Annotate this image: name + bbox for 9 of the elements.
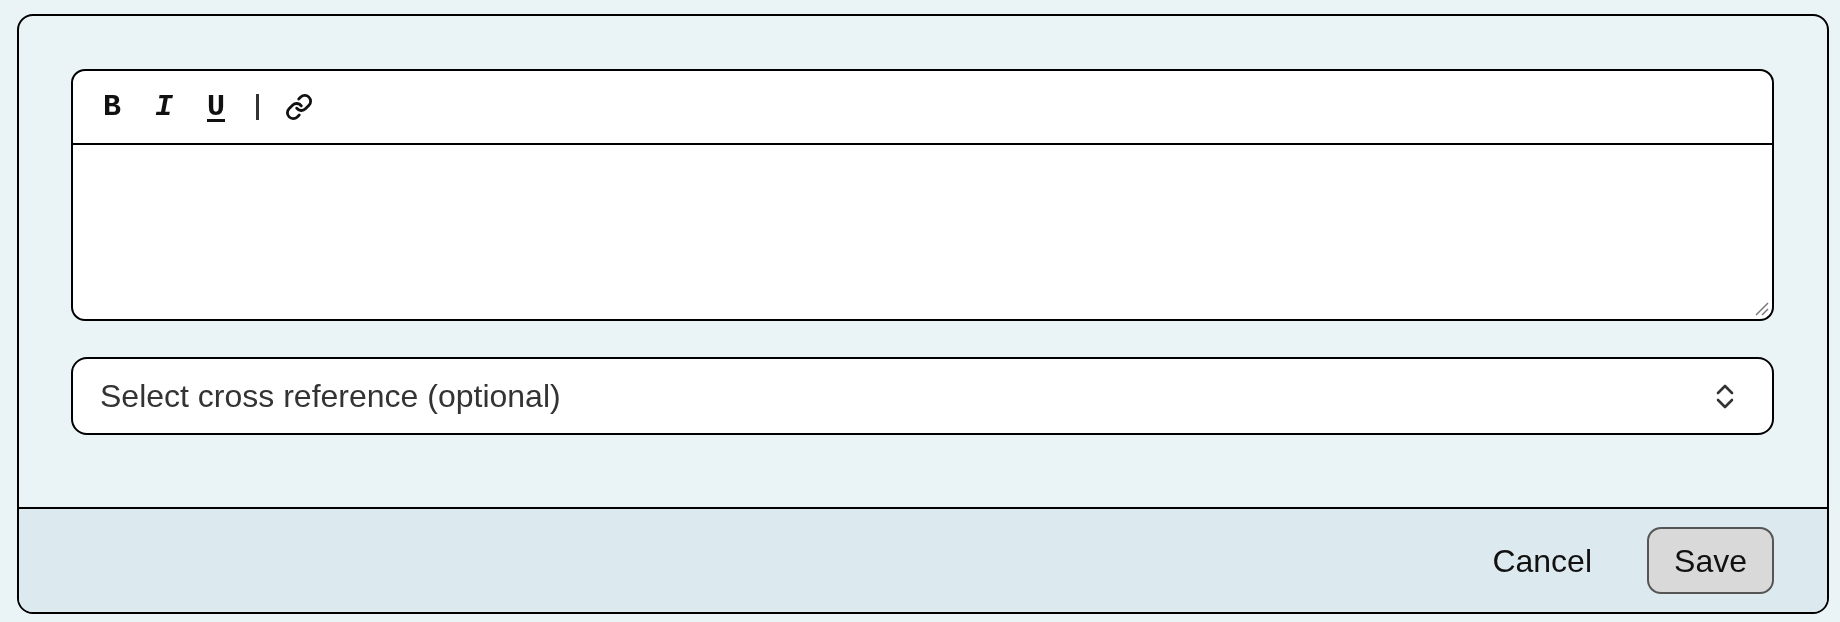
link-icon (285, 93, 313, 121)
cancel-button[interactable]: Cancel (1470, 527, 1614, 594)
cross-reference-select[interactable]: Select cross reference (optional) (71, 357, 1774, 435)
italic-button[interactable]: I (144, 87, 184, 127)
underline-button[interactable]: U (196, 87, 236, 127)
resize-grip-icon (1755, 302, 1769, 316)
chevron-up-down-icon (1716, 382, 1734, 410)
bold-button[interactable]: B (92, 87, 132, 127)
save-button[interactable]: Save (1647, 527, 1774, 594)
